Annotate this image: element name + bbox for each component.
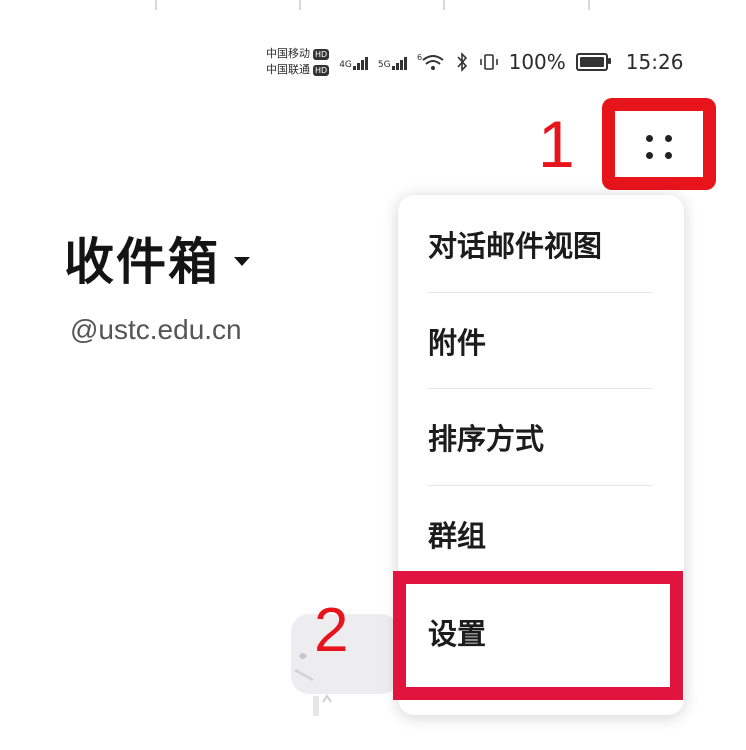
menu-item-groups[interactable]: 群组 bbox=[428, 485, 652, 582]
carrier-1: 中国移动 bbox=[266, 47, 310, 60]
account-email: @ustc.edu.cn bbox=[70, 314, 242, 345]
caret-down-icon bbox=[234, 256, 250, 266]
carrier-row-2: 中国联通 HD bbox=[266, 62, 330, 78]
net-label-2: 5G bbox=[377, 60, 391, 70]
seam-tick bbox=[588, 0, 590, 10]
seam-tick bbox=[155, 0, 157, 10]
net-label-1: 4G bbox=[339, 60, 352, 70]
signal-icon: 5G bbox=[378, 54, 407, 70]
wifi-icon: 6 bbox=[417, 53, 444, 70]
highlight-box-settings bbox=[393, 571, 683, 700]
status-bar: 中国移动 HD 中国联通 HD 4G 5G 6 100% 15:26 bbox=[266, 42, 726, 82]
menu-item-sort[interactable]: 排序方式 bbox=[428, 388, 652, 485]
bluetooth-icon bbox=[456, 52, 467, 72]
battery-icon bbox=[575, 53, 611, 71]
menu-item-label: 对话邮件视图 bbox=[428, 228, 603, 263]
highlight-box-more bbox=[602, 98, 716, 190]
menu-item-label: 排序方式 bbox=[428, 421, 545, 456]
carrier-row-1: 中国移动 HD bbox=[266, 46, 330, 62]
vibrate-icon bbox=[479, 54, 498, 70]
seam-tick bbox=[299, 0, 301, 10]
page-title: 收件箱 bbox=[64, 233, 220, 291]
seam-tick bbox=[443, 0, 445, 10]
screenshot-seam bbox=[0, 0, 746, 12]
mailbox-switcher[interactable]: 收件箱 bbox=[64, 222, 250, 294]
menu-item-label: 群组 bbox=[428, 518, 487, 553]
hd-badge: HD bbox=[313, 48, 330, 60]
battery-percent: 100% bbox=[508, 50, 566, 74]
step-2-label: 2 bbox=[314, 596, 349, 665]
menu-item-attachments[interactable]: 附件 bbox=[428, 292, 652, 389]
step-1-label: 1 bbox=[538, 107, 575, 181]
signal-icon: 4G bbox=[339, 54, 368, 70]
wifi-label: 6 bbox=[417, 53, 422, 62]
menu-item-label: 附件 bbox=[428, 325, 487, 360]
carrier-2: 中国联通 bbox=[266, 63, 310, 76]
menu-item-conversation-view[interactable]: 对话邮件视图 bbox=[428, 195, 652, 292]
carrier-info: 中国移动 HD 中国联通 HD bbox=[266, 46, 330, 78]
clock: 15:26 bbox=[625, 50, 684, 74]
hd-badge: HD bbox=[313, 64, 330, 76]
